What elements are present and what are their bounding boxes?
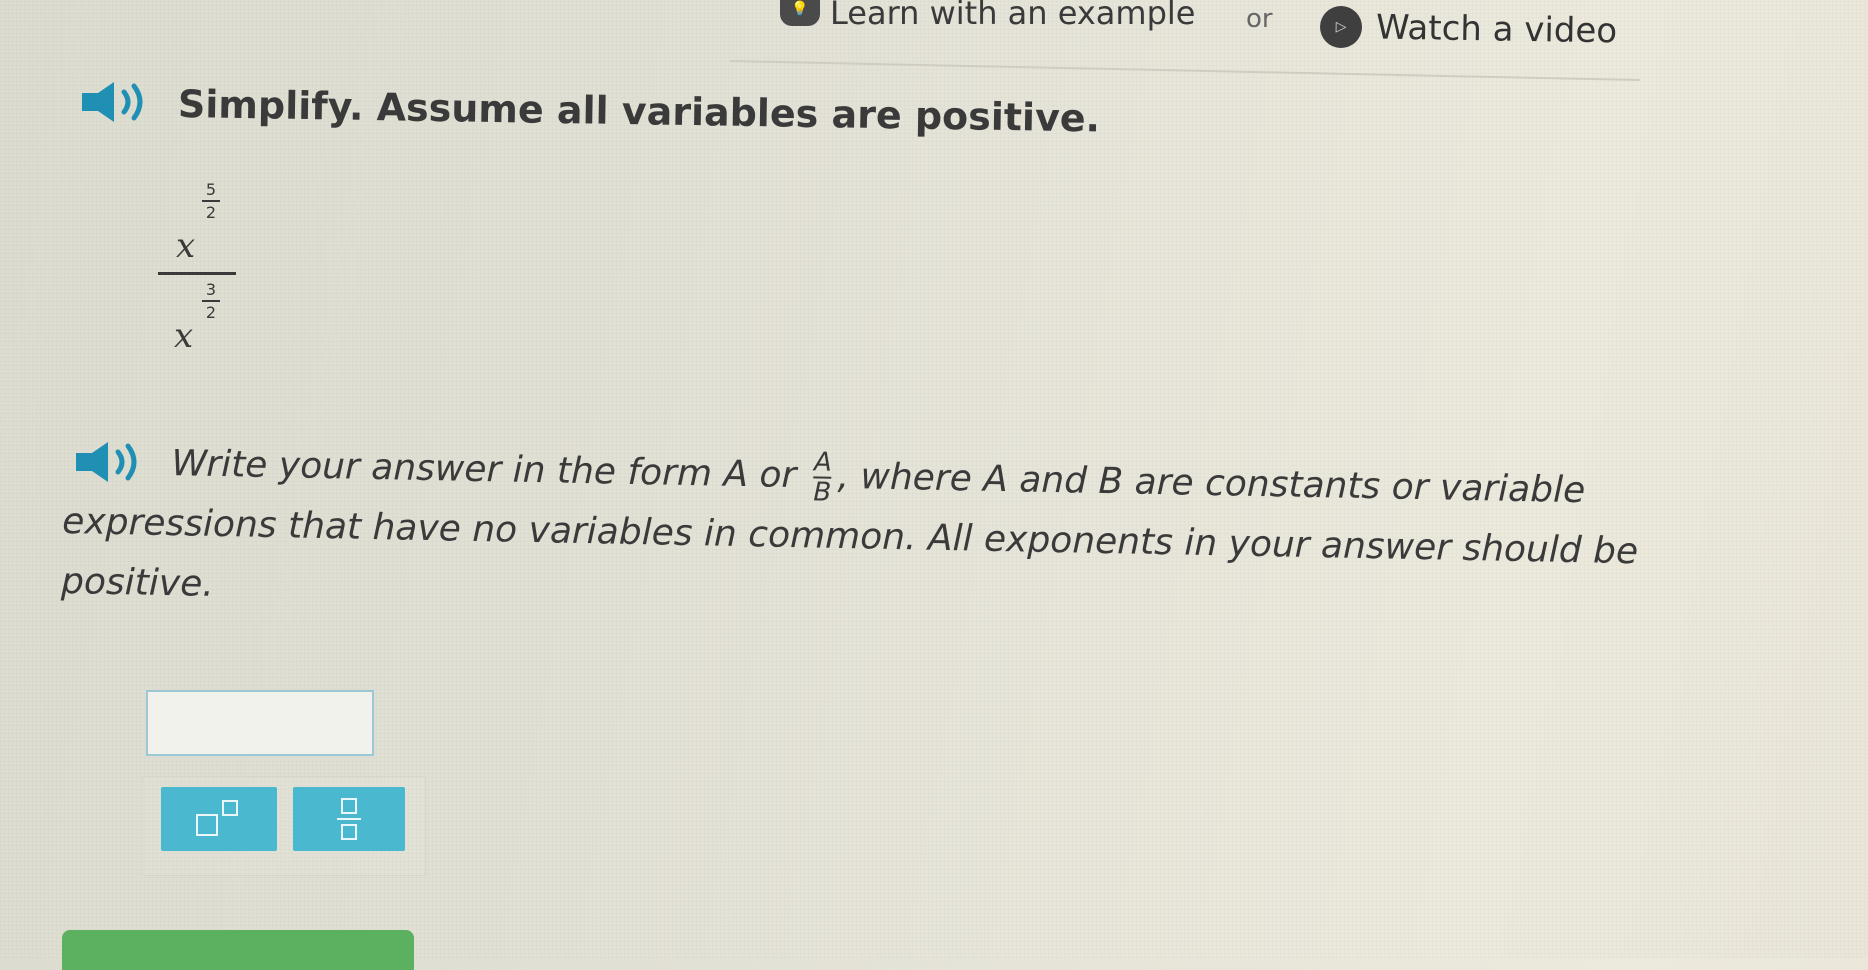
numerator-base: x — [176, 226, 196, 266]
denominator-exp-num: 3 — [205, 280, 217, 299]
math-tools-panel — [142, 776, 426, 876]
denominator-exponent: 3 2 — [202, 280, 220, 322]
question-prompt: Simplify. Assume all variables are posit… — [177, 82, 1101, 141]
watch-video-link[interactable]: ▷ Watch a video — [1319, 5, 1618, 53]
help-bar-divider — [729, 60, 1640, 82]
learn-with-example-link[interactable]: 💡 Learn with an example — [780, 0, 1195, 32]
fraction-bar — [158, 272, 236, 275]
numerator-exp-num: 5 — [205, 180, 217, 199]
form-fraction: AB — [813, 447, 833, 508]
denominator-exp-bar — [202, 300, 220, 302]
help-bar: 💡 Learn with an example or ▷ Watch a vid… — [720, 0, 1640, 82]
denominator-base: x — [174, 316, 194, 356]
numerator-exp-bar — [202, 200, 220, 202]
exponent-template-icon — [196, 800, 238, 836]
play-icon: ▷ — [1319, 5, 1363, 49]
answer-instructions: Write your answer in the form A or AB, w… — [61, 432, 1844, 646]
exponent-button[interactable] — [161, 787, 277, 851]
fraction-button[interactable] — [293, 787, 405, 851]
form-fraction-numerator: A — [813, 447, 833, 478]
form-fraction-denominator: B — [813, 477, 832, 508]
instruction-text-a: Write your answer in the form A or — [171, 443, 809, 497]
numerator-exponent: 5 2 — [202, 180, 220, 222]
answer-input[interactable] — [146, 690, 374, 756]
math-expression: x 5 2 x 3 2 — [158, 180, 268, 360]
check-button[interactable] — [62, 930, 414, 970]
speaker-icon[interactable] — [78, 80, 152, 128]
bulb-icon: 💡 — [780, 0, 820, 26]
instruction-text-b: , where A and B are constants or variabl… — [837, 455, 1586, 512]
learn-link-label: Learn with an example — [830, 0, 1196, 32]
fraction-template-icon — [337, 798, 361, 840]
denominator-exp-den: 2 — [205, 303, 217, 322]
numerator-exp-den: 2 — [205, 203, 217, 222]
or-separator: or — [1246, 4, 1273, 34]
video-link-label: Watch a video — [1375, 7, 1618, 52]
